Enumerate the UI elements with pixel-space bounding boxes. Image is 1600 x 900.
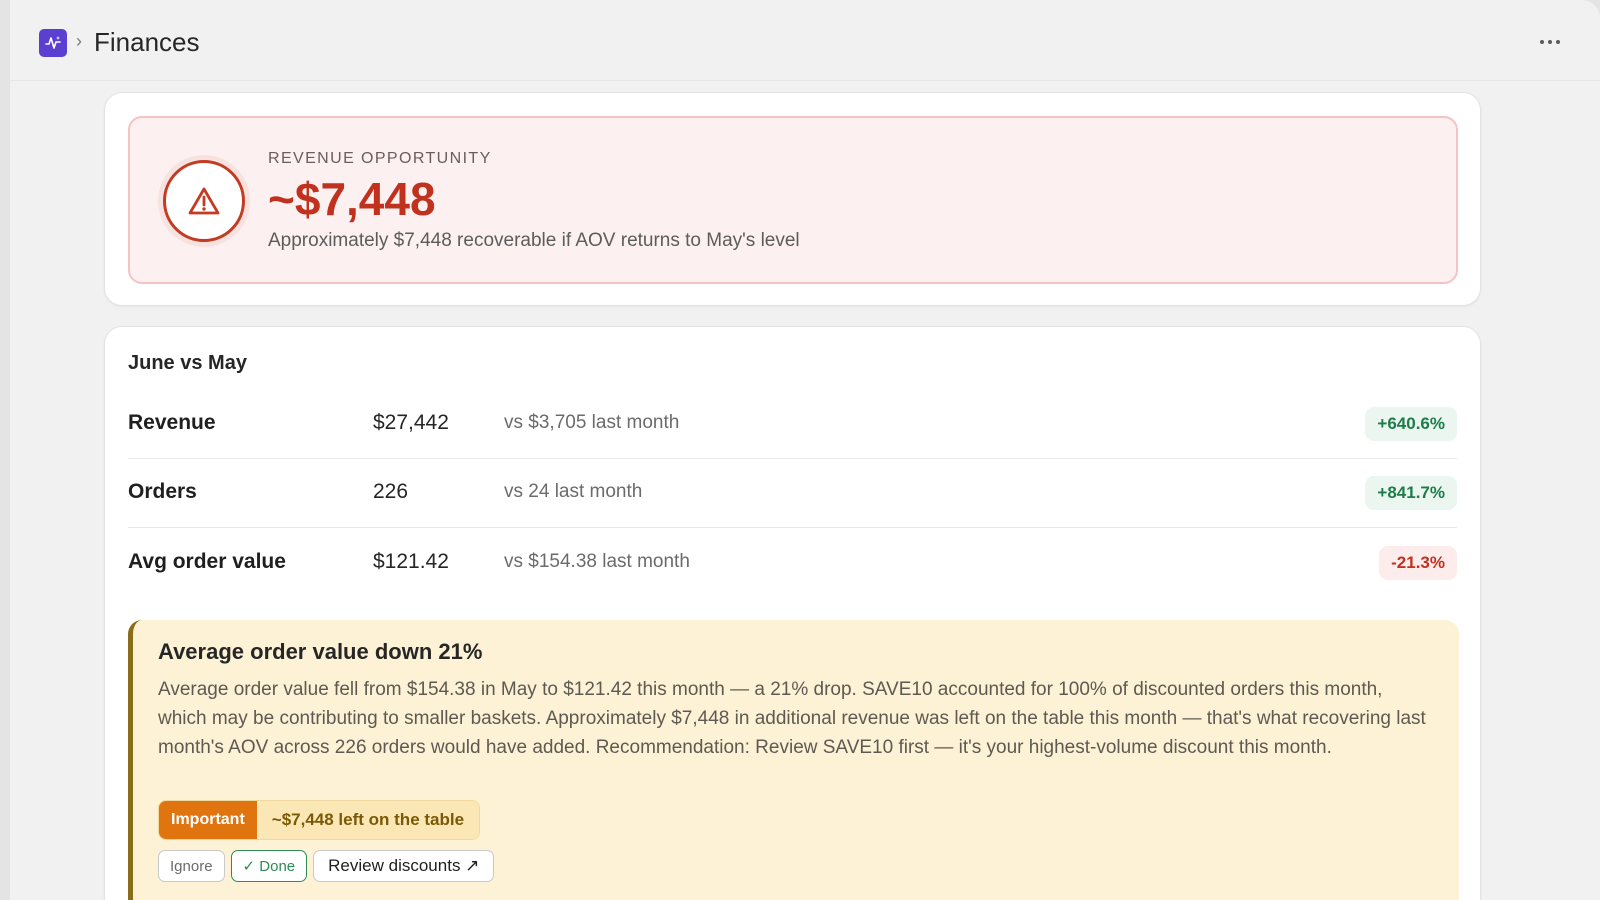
revenue-opportunity-alert: REVENUE OPPORTUNITY ~$7,448 Approximatel…	[128, 116, 1458, 284]
insight-title: Average order value down 21%	[158, 639, 483, 664]
comparison-card: June vs May Revenue $27,442 vs $3,705 la…	[104, 326, 1481, 900]
warning-triangle-icon	[163, 160, 245, 242]
page-title: Finances	[94, 27, 200, 57]
opportunity-description: Approximately $7,448 recoverable if AOV …	[268, 230, 800, 251]
metric-row-orders: Orders 226 vs 24 last month +841.7%	[128, 458, 1457, 528]
ignore-button[interactable]: Ignore	[158, 850, 225, 882]
metric-label: Orders	[128, 480, 197, 503]
change-badge: +841.7%	[1365, 476, 1457, 510]
more-options-button[interactable]	[1536, 32, 1564, 52]
impact-label: ~$7,448 left on the table	[256, 801, 480, 839]
activity-icon[interactable]	[39, 29, 67, 57]
impact-pill: Important ~$7,448 left on the table	[158, 800, 481, 840]
done-button[interactable]: ✓ Done	[230, 850, 308, 882]
metric-label: Revenue	[128, 411, 216, 434]
breadcrumb-separator: ›	[76, 31, 82, 51]
metric-comparison: vs $3,705 last month	[504, 412, 680, 433]
metric-comparison: vs $154.38 last month	[504, 551, 690, 572]
insight-actions: Ignore ✓ Done Review discounts ↗	[158, 850, 495, 882]
metric-row-revenue: Revenue $27,442 vs $3,705 last month +64…	[128, 389, 1457, 459]
metric-comparison: vs 24 last month	[504, 481, 643, 502]
more-horizontal-icon	[1556, 40, 1560, 44]
comparison-title: June vs May	[128, 352, 247, 374]
insight-body: Average order value fell from $154.38 in…	[158, 679, 1426, 758]
opportunity-eyebrow: REVENUE OPPORTUNITY	[268, 150, 492, 167]
opportunity-card: REVENUE OPPORTUNITY ~$7,448 Approximatel…	[104, 92, 1481, 306]
more-horizontal-icon	[1548, 40, 1552, 44]
metric-label: Avg order value	[128, 550, 286, 573]
metric-value: 226	[373, 480, 409, 503]
opportunity-amount: ~$7,448	[268, 173, 436, 225]
insight-callout: Average order value down 21% Average ord…	[128, 620, 1459, 900]
metric-row-avg-order-value: Avg order value $121.42 vs $154.38 last …	[128, 528, 1457, 597]
change-badge: +640.6%	[1365, 407, 1457, 441]
more-horizontal-icon	[1540, 40, 1544, 44]
top-bar: › Finances	[10, 0, 1600, 81]
metric-value: $27,442	[373, 411, 449, 434]
priority-badge: Important	[159, 801, 257, 839]
review-discounts-button[interactable]: Review discounts ↗	[313, 850, 495, 882]
change-badge: -21.3%	[1379, 546, 1457, 580]
metric-value: $121.42	[373, 550, 449, 573]
app-window: › Finances REVENUE OPPORTUNITY ~$7,448 A…	[10, 0, 1600, 900]
